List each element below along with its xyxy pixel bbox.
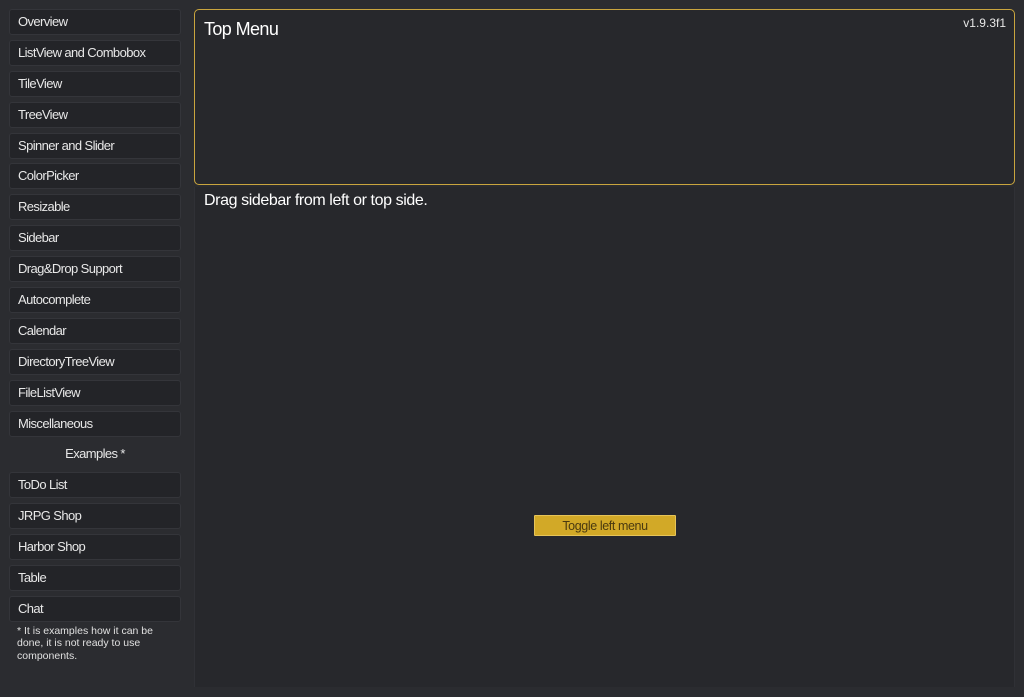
sidebar-item-table[interactable]: Table: [9, 565, 181, 592]
sidebar-item-chat[interactable]: Chat: [9, 595, 181, 622]
sidebar-item-filelistview[interactable]: FileListView: [9, 379, 181, 406]
sidebar-item-jrpg-shop[interactable]: JRPG Shop: [9, 503, 181, 530]
sidebar-item-calendar[interactable]: Calendar: [9, 317, 181, 344]
sidebar-item-directorytreeview[interactable]: DirectoryTreeView: [9, 348, 181, 375]
sidebar-item-colorpicker[interactable]: ColorPicker: [9, 163, 181, 190]
sidebar-item-sidebar[interactable]: Sidebar: [9, 225, 181, 252]
drag-hint-text: Drag sidebar from left or top side.: [204, 192, 428, 209]
sidebar-item-spinner-slider[interactable]: Spinner and Slider: [9, 132, 181, 159]
sidebar-item-todo-list[interactable]: ToDo List: [9, 472, 181, 499]
sidebar-item-treeview[interactable]: TreeView: [9, 101, 181, 128]
examples-note: * It is examples how it can be done, it …: [17, 624, 153, 662]
sidebar-item-listview-combobox[interactable]: ListView and Combobox: [9, 39, 181, 66]
sidebar-item-miscellaneous[interactable]: Miscellaneous: [9, 410, 181, 437]
sidebar-item-resizable[interactable]: Resizable: [9, 194, 181, 221]
sidebar-item-overview[interactable]: Overview: [9, 9, 181, 35]
sidebar-item-tileview[interactable]: TileView: [9, 70, 181, 97]
top-menu-panel[interactable]: Top Menu v1.9.3f1: [194, 9, 1015, 185]
sidebar-item-autocomplete[interactable]: Autocomplete: [9, 287, 181, 314]
examples-header: Examples *: [65, 446, 125, 462]
version-label: v1.9.3f1: [963, 16, 1006, 30]
sidebar-item-harbor-shop[interactable]: Harbor Shop: [9, 534, 181, 561]
app-root: Overview ListView and Combobox TileView …: [0, 0, 1024, 697]
sidebar: Overview ListView and Combobox TileView …: [9, 9, 181, 662]
toggle-left-menu-button[interactable]: Toggle left menu: [534, 515, 676, 536]
sidebar-item-drag-drop[interactable]: Drag&Drop Support: [9, 256, 181, 283]
main-content: Drag sidebar from left or top side. Togg…: [194, 187, 1015, 687]
top-menu-title: Top Menu: [204, 19, 279, 39]
